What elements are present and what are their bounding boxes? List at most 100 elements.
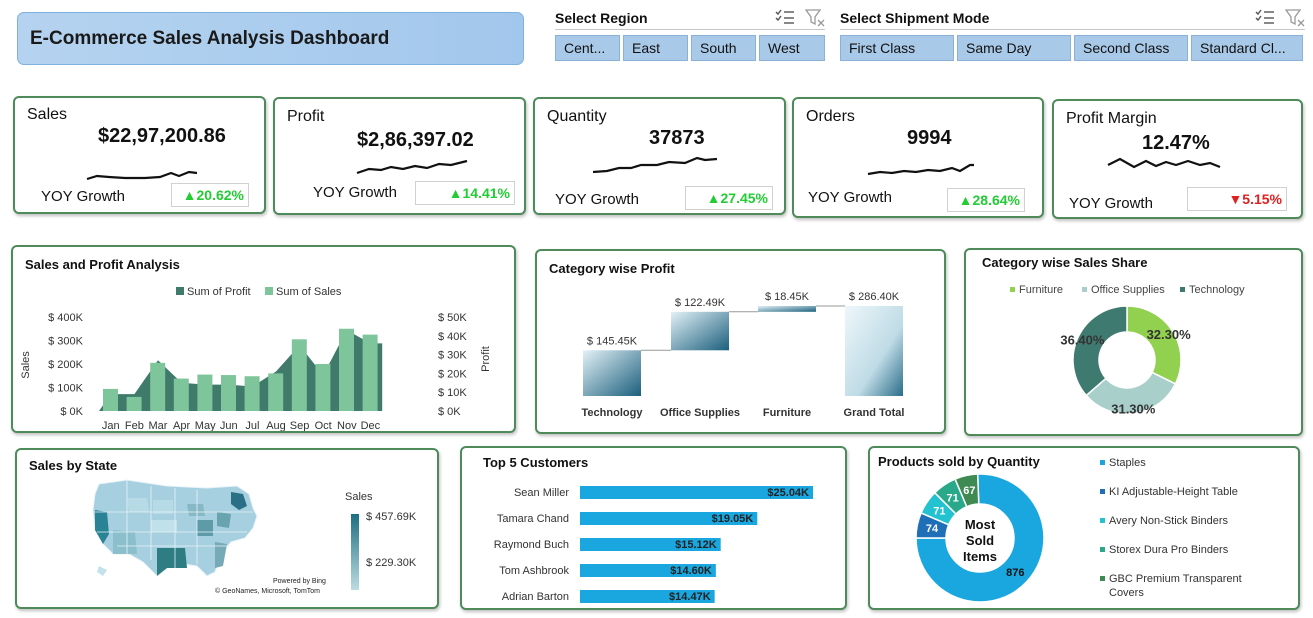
x-tick-label: Oct — [315, 420, 332, 431]
sales-bar — [173, 378, 189, 411]
ship-first-class-button[interactable]: First Class — [840, 35, 954, 61]
data-label: 876 — [1006, 567, 1024, 579]
category-share-chart: Furniture Office Supplies Technology 32.30%… — [1010, 284, 1245, 417]
category-label: Tamara Chand — [497, 513, 569, 525]
x-tick-label: Jul — [245, 420, 259, 431]
kpi-card-profit-margin: Profit Margin 12.47% YOY Growth ▼5.15% — [1052, 99, 1303, 219]
data-label: $ 122.49K — [675, 297, 726, 309]
region-central-button[interactable]: Cent... — [555, 35, 620, 61]
x-tick-label: Apr — [173, 420, 190, 431]
center-label: Most — [965, 517, 996, 532]
sparkline — [86, 170, 198, 181]
kpi-label: Profit — [287, 108, 325, 125]
x-tick-label: Office Supplies — [660, 407, 740, 419]
legend-label: Office Supplies — [1091, 284, 1165, 296]
legend-swatch — [1082, 287, 1087, 292]
category-label: Adrian Barton — [502, 591, 569, 603]
legend-label: Technology — [1189, 284, 1245, 296]
map-credit-bing: Powered by Bing — [273, 578, 326, 585]
y-axis-label: Sales — [20, 351, 32, 379]
data-label: 32.30% — [1147, 327, 1192, 342]
sparkline — [1107, 157, 1221, 169]
kpi-card-sales: Sales $22,97,200.86 YOY Growth ▲20.62% — [13, 96, 266, 214]
x-tick-label: Nov — [337, 420, 357, 431]
kpi-yoy-label: YOY Growth — [41, 188, 125, 205]
kpi-growth-badge: ▲14.41% — [415, 181, 515, 205]
map-legend-mid: $ 229.30K — [366, 557, 417, 569]
y2-tick-label: $ 20K — [438, 368, 467, 380]
map-legend-scale — [351, 514, 359, 590]
kpi-label: Quantity — [547, 108, 607, 125]
legend-label: Sum of Sales — [276, 286, 342, 298]
clear-filter-icon[interactable] — [1285, 8, 1305, 27]
y2-tick-label: $ 50K — [438, 312, 467, 324]
y-tick-label: $ 300K — [48, 336, 84, 348]
map-legend-max: $ 457.69K — [366, 511, 417, 523]
sales-by-state-panel: Sales by State Sales $ 457.69K $ 229.30K… — [15, 448, 439, 609]
ship-standard-class-button[interactable]: Standard Cl... — [1191, 35, 1303, 61]
data-label: $14.47K — [669, 591, 711, 603]
map-credit-geonames: © GeoNames, Microsoft, TomTom — [215, 587, 320, 595]
sales-bar — [126, 396, 142, 411]
clear-filter-icon[interactable] — [805, 8, 825, 27]
kpi-yoy-label: YOY Growth — [555, 191, 639, 208]
legend-label: KI Adjustable-Height Table — [1109, 486, 1238, 498]
waterfall-bar — [671, 311, 729, 351]
y2-tick-label: $ 10K — [438, 387, 467, 399]
kpi-value: $22,97,200.86 — [98, 125, 226, 147]
legend-label: Avery Non-Stick Binders — [1109, 515, 1229, 527]
sparkline — [592, 156, 718, 174]
kpi-value: 37873 — [649, 127, 705, 149]
sales-bar — [315, 364, 331, 411]
data-label: 74 — [926, 523, 939, 535]
sales-bar — [268, 373, 284, 411]
region-east-button[interactable]: East — [623, 35, 688, 61]
kpi-card-quantity: Quantity 37873 YOY Growth ▲27.45% — [533, 97, 786, 215]
center-label: Sold — [966, 533, 994, 548]
sales-profit-chart: Sum of Profit Sum of Sales $ 0K $ 100K $ 200… — [20, 286, 492, 431]
sales-bar — [244, 376, 260, 411]
y2-tick-label: $ 0K — [438, 406, 461, 418]
waterfall-bar — [583, 350, 641, 396]
legend-swatch — [1180, 287, 1185, 292]
x-tick-label: Technology — [582, 407, 644, 419]
x-tick-label: Jun — [220, 420, 238, 431]
data-label: $14.60K — [670, 565, 712, 577]
y-tick-label: $ 0K — [60, 406, 83, 418]
legend-swatch — [1010, 287, 1015, 292]
region-south-button[interactable]: South — [691, 35, 756, 61]
region-west-button[interactable]: West — [759, 35, 825, 61]
waterfall-bar — [758, 306, 816, 312]
category-profit-chart: $ 145.45K Technology $ 122.49K Office Suppl… — [582, 291, 905, 419]
ship-same-day-button[interactable]: Same Day — [957, 35, 1071, 61]
multi-select-icon[interactable] — [1255, 9, 1275, 27]
kpi-growth-badge: ▲27.45% — [685, 186, 773, 210]
x-tick-label: May — [195, 420, 216, 431]
legend-swatch-sales — [265, 287, 273, 295]
legend-swatch — [1100, 489, 1105, 494]
region-slicer: Select Region Cent... East South West — [555, 6, 825, 61]
legend-label: Staples — [1109, 457, 1146, 469]
ship-second-class-button[interactable]: Second Class — [1074, 35, 1188, 61]
top-customers-chart: Sean Miller $25.04K Tamara Chand $19.05K Ray… — [494, 486, 813, 603]
category-label: Tom Ashbrook — [499, 565, 569, 577]
top-customers-panel: Top 5 Customers Sean Miller $25.04K Tamara… — [460, 446, 847, 610]
legend-label: Storex Dura Pro Binders — [1109, 544, 1229, 556]
waterfall-bar — [845, 306, 903, 396]
y-tick-label: $ 100K — [48, 383, 84, 395]
legend-swatch-profit — [176, 287, 184, 295]
x-tick-label: Aug — [266, 420, 286, 431]
shipment-slicer: Select Shipment Mode First Class Same Da… — [840, 6, 1305, 61]
multi-select-icon[interactable] — [775, 9, 795, 27]
legend-label: Furniture — [1019, 284, 1063, 296]
products-quantity-panel: Products sold by Quantity 876 74 71 71 67 Mos… — [868, 446, 1300, 610]
sales-bar — [103, 388, 118, 411]
kpi-label: Sales — [27, 106, 68, 123]
data-label: 71 — [947, 492, 959, 504]
kpi-card-profit: Profit $2,86,397.02 YOY Growth ▲14.41% — [273, 97, 526, 215]
data-label: 71 — [933, 506, 945, 518]
category-share-panel: Category wise Sales Share Furniture Offic… — [964, 248, 1303, 436]
y2-tick-label: $ 30K — [438, 350, 467, 362]
legend-swatch — [1100, 460, 1105, 465]
slice-furniture — [1126, 305, 1182, 385]
